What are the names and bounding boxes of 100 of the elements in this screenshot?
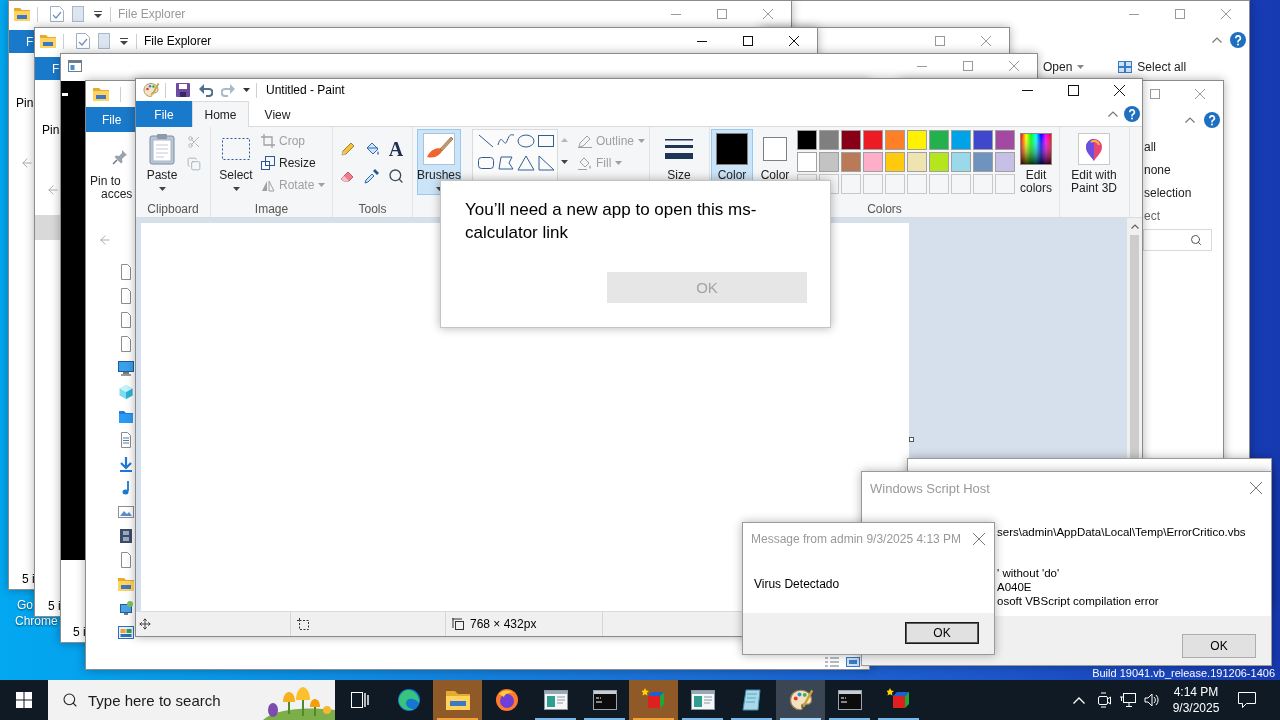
crop-icon [261, 134, 275, 148]
file-tab[interactable]: F [9, 30, 34, 53]
close-icon [1221, 9, 1231, 19]
empty-swatch-icon[interactable] [995, 174, 1015, 194]
swatch-icon[interactable] [819, 152, 839, 172]
swatch-icon[interactable] [973, 130, 993, 150]
ok-button[interactable]: OK [1182, 634, 1256, 658]
magnifier-icon[interactable] [388, 167, 404, 184]
swatch-icon[interactable] [885, 152, 905, 172]
brushes-button[interactable]: Brushes [417, 129, 461, 195]
ribbon-command[interactable]: Open [1043, 59, 1085, 74]
paint-bucket-icon[interactable] [364, 140, 380, 157]
rectangle-shape-icon[interactable] [537, 133, 555, 149]
color-picker-icon[interactable] [364, 167, 380, 184]
text-tool[interactable]: A [388, 138, 404, 159]
folder-icon [118, 576, 134, 592]
rounded-rectangle-shape-icon[interactable] [477, 155, 495, 171]
file-tab[interactable]: F [35, 57, 60, 80]
checked-document-icon[interactable] [76, 33, 90, 49]
swatch-icon[interactable] [907, 152, 927, 172]
swatch-icon[interactable] [995, 130, 1015, 150]
ribbon-command[interactable]: all [1144, 140, 1156, 154]
save-icon[interactable] [176, 83, 190, 97]
scroll-down-icon[interactable] [561, 160, 568, 164]
pin-button[interactable]: Pin to acces [86, 132, 132, 201]
caret-icon[interactable] [243, 88, 250, 92]
swatch-icon[interactable] [973, 152, 993, 172]
notification-icon[interactable] [1238, 692, 1256, 708]
polygon-shape-icon[interactable] [497, 155, 515, 171]
swatch-icon[interactable] [929, 130, 949, 150]
document-icon[interactable] [72, 6, 84, 22]
ribbon-command-label[interactable]: Pin [16, 96, 34, 110]
swatch-icon[interactable] [797, 152, 817, 172]
swatch-icon[interactable] [863, 130, 883, 150]
dialog-message: You’ll need a new app to open this ms-calculator link [465, 200, 757, 242]
redo-icon[interactable] [221, 83, 235, 97]
empty-swatch-icon[interactable] [863, 174, 883, 194]
swatch-icon[interactable] [885, 130, 905, 150]
ribbon-command-label[interactable]: Pin [42, 123, 60, 137]
paint-3d-button[interactable]: Edit with Paint 3D [1063, 129, 1125, 195]
swatch-icon[interactable] [819, 130, 839, 150]
copy-icon[interactable] [187, 157, 201, 171]
empty-swatch-icon[interactable] [929, 174, 949, 194]
search-field[interactable] [1143, 229, 1212, 251]
ok-button[interactable]: OK [905, 622, 979, 644]
swatch-icon[interactable] [995, 152, 1015, 172]
help-icon[interactable] [1124, 105, 1140, 122]
minimize-icon [697, 40, 707, 42]
select-all-button[interactable]: Select all [1118, 59, 1187, 74]
swatch-icon[interactable] [863, 152, 883, 172]
task-view-icon[interactable] [349, 691, 370, 709]
swatch-icon[interactable] [841, 130, 861, 150]
right-triangle-shape-icon[interactable] [537, 155, 555, 171]
large-icons-view-icon[interactable] [846, 657, 860, 667]
empty-swatch-icon[interactable] [907, 174, 927, 194]
taskbar-app-button[interactable] [776, 680, 825, 720]
undo-icon[interactable] [199, 83, 213, 97]
pin-icon[interactable] [112, 149, 128, 165]
line-shape-icon[interactable] [477, 133, 495, 149]
scissors-icon[interactable] [187, 135, 201, 149]
swatch-icon[interactable] [951, 152, 971, 172]
paste-button[interactable]: Paste [140, 129, 184, 195]
swatch-icon[interactable] [797, 130, 817, 150]
window-icon [690, 690, 715, 710]
empty-swatch-icon[interactable] [973, 174, 993, 194]
network-icon[interactable] [1120, 692, 1136, 708]
select-button[interactable]: Select [216, 129, 256, 195]
empty-swatch-icon[interactable] [841, 174, 861, 194]
caret-icon[interactable] [120, 37, 128, 45]
empty-swatch-icon[interactable] [951, 174, 971, 194]
edit-colors-button[interactable]: Edit colors [1016, 129, 1056, 195]
ribbon-command[interactable]: selection [1144, 186, 1192, 200]
scroll-up-icon[interactable] [1130, 224, 1139, 229]
details-view-icon[interactable] [825, 657, 839, 667]
ribbon-tab[interactable]: Home [192, 101, 249, 127]
document-icon[interactable] [98, 33, 110, 49]
ribbon-command[interactable]: none [1144, 163, 1171, 177]
search-field[interactable]: Type here to search [88, 691, 258, 709]
file-tab[interactable]: File [86, 107, 135, 132]
swatch-icon[interactable] [907, 130, 927, 150]
triangle-shape-icon[interactable] [517, 155, 535, 171]
swatch-icon[interactable] [929, 152, 949, 172]
pencil-icon[interactable] [340, 140, 356, 157]
volume-icon[interactable] [1144, 692, 1160, 708]
palette-icon[interactable] [143, 82, 159, 98]
resize-button[interactable]: Resize [261, 152, 316, 174]
empty-swatch-icon[interactable] [885, 174, 905, 194]
search-box[interactable]: Type here to search [48, 680, 335, 720]
clock[interactable]: 4:14 PM 9/3/2025 [1166, 684, 1226, 716]
meet-now-icon[interactable] [1097, 692, 1111, 708]
help-icon[interactable] [1230, 32, 1246, 48]
resize-handle[interactable] [909, 436, 914, 442]
file-tab[interactable]: File [136, 101, 192, 127]
swatch-icon[interactable] [841, 152, 861, 172]
ribbon-tab[interactable]: View [249, 101, 306, 127]
swatch-icon[interactable] [951, 130, 971, 150]
checked-document-icon[interactable] [50, 6, 64, 22]
help-icon[interactable] [1204, 111, 1220, 128]
oval-shape-icon[interactable] [517, 133, 535, 149]
caret-icon[interactable] [94, 10, 102, 18]
